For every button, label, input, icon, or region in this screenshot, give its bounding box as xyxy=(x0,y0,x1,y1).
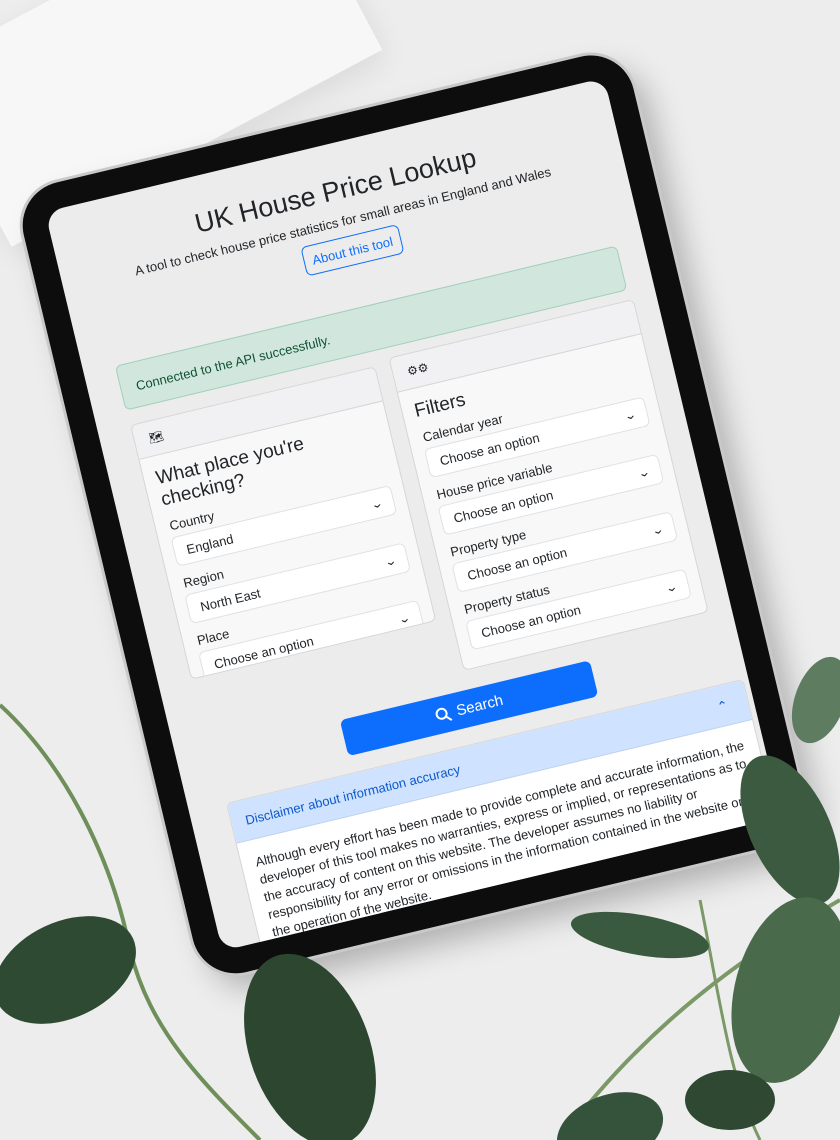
place-card: 🗺 What place you're checking? Country En… xyxy=(130,366,437,680)
chevron-down-icon: ⌄ xyxy=(649,522,666,538)
country-value: England xyxy=(184,530,235,557)
filters-card: ⚙⚙ Filters Calendar year Choose an optio… xyxy=(388,299,709,671)
tablet-screen: UK House Price Lookup A tool to check ho… xyxy=(45,77,782,952)
chevron-down-icon: ⌄ xyxy=(622,408,638,423)
gears-icon: ⚙⚙ xyxy=(405,360,430,379)
chevron-down-icon: ⌄ xyxy=(396,611,412,627)
chevron-down-icon: ⌄ xyxy=(636,465,652,481)
chevron-up-icon: ⌃ xyxy=(715,696,730,715)
region-value: North East xyxy=(198,584,262,614)
chevron-down-icon: ⌄ xyxy=(382,554,399,569)
tablet: UK House Price Lookup A tool to check ho… xyxy=(13,46,813,983)
chevron-down-icon: ⌄ xyxy=(369,496,385,512)
chevron-down-icon: ⌄ xyxy=(663,580,680,595)
search-icon xyxy=(435,707,452,721)
map-icon: 🗺 xyxy=(147,428,166,446)
search-label: Search xyxy=(454,691,505,720)
